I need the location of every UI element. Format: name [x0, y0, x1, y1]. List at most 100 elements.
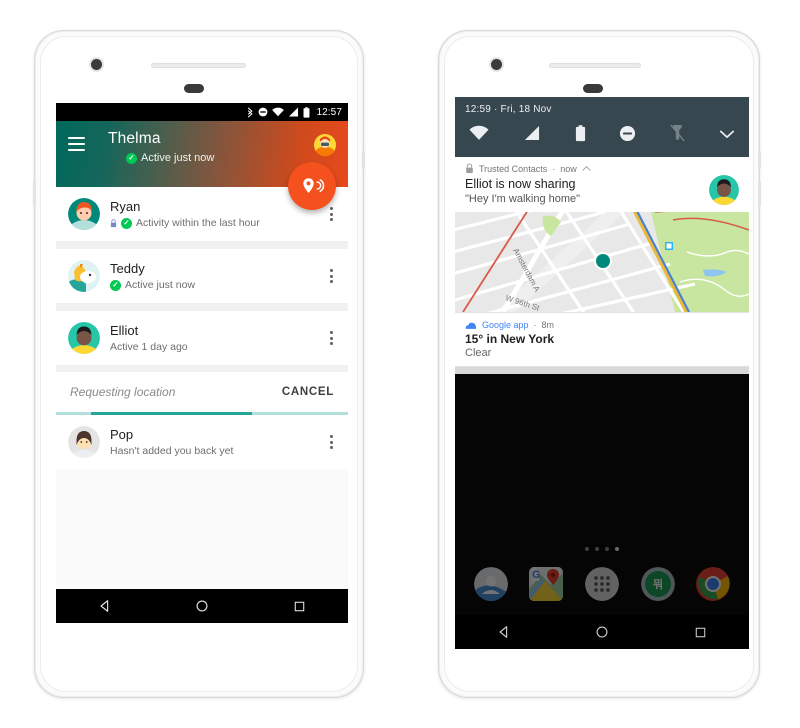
- share-location-fab[interactable]: [288, 162, 336, 210]
- contact-row-pop[interactable]: Pop Hasn't added you back yet: [56, 415, 348, 469]
- weather-title: 15° in New York: [465, 332, 555, 347]
- notification-time: 8m: [541, 320, 555, 331]
- front-camera-icon: [491, 59, 502, 70]
- notification-separator: ·: [552, 163, 556, 174]
- notification-body: Elliot is now sharing "Hey I'm walking h…: [455, 175, 749, 212]
- overflow-menu-icon[interactable]: [324, 269, 338, 283]
- wifi-icon: [272, 107, 285, 117]
- overflow-menu-icon[interactable]: [324, 207, 338, 221]
- notification-body: 15° in New York Clear: [455, 331, 749, 366]
- chrome-app-icon[interactable]: [696, 567, 731, 601]
- notification-message: "Hey I'm walking home": [465, 193, 581, 206]
- home-nav-icon[interactable]: [195, 599, 209, 613]
- left-status-bar: 12:57: [56, 103, 348, 121]
- right-phone-screen: 12:59 · Fri, 18 Nov Trusted Contacts · n…: [455, 97, 749, 649]
- notification-google-weather[interactable]: Google app · 8m 15° in New York Clear: [455, 313, 749, 368]
- shared-location-map[interactable]: Amsterdam A W 96th St: [455, 212, 749, 313]
- contact-status-label: Active 1 day ago: [110, 341, 188, 354]
- app-bar: Thelma Active just now: [56, 121, 348, 210]
- volume-button[interactable]: [33, 181, 36, 207]
- left-phone-device: 12:57 Thelma Active just now: [33, 30, 365, 698]
- verified-check-icon: [126, 152, 137, 164]
- home-dock: G 뭐: [455, 567, 749, 615]
- list-empty-area: [56, 469, 348, 589]
- home-page-indicator: [455, 547, 749, 551]
- contact-info: Ryan Activity within the last hour: [110, 199, 314, 229]
- svg-text:뭐: 뭐: [653, 578, 663, 591]
- svg-text:G: G: [532, 569, 541, 581]
- home-nav-icon[interactable]: [595, 625, 609, 639]
- requesting-location-row: Requesting location CANCEL: [56, 372, 348, 412]
- app-bar-status-label: Active just now: [141, 152, 215, 164]
- screenshot-stage: 12:57 Thelma Active just now: [0, 0, 800, 728]
- recents-nav-icon[interactable]: [694, 626, 707, 639]
- page-dot[interactable]: [595, 547, 599, 551]
- list-divider: [56, 242, 348, 249]
- power-button[interactable]: [362, 151, 365, 169]
- elliot-avatar: [68, 322, 100, 354]
- pop-avatar: [68, 426, 100, 458]
- right-phone-device: 12:59 · Fri, 18 Nov Trusted Contacts · n…: [438, 30, 761, 698]
- proximity-sensor: [184, 84, 204, 93]
- back-nav-icon[interactable]: [497, 625, 511, 639]
- power-button[interactable]: [758, 151, 761, 169]
- app-drawer-icon[interactable]: [584, 567, 619, 601]
- page-dot-active[interactable]: [615, 547, 619, 551]
- recents-nav-icon[interactable]: [293, 600, 306, 613]
- contact-info: Pop Hasn't added you back yet: [110, 427, 314, 457]
- chevron-up-icon[interactable]: [582, 165, 591, 172]
- volume-button[interactable]: [758, 181, 761, 207]
- right-nav-bar: [455, 615, 749, 649]
- requesting-location-label: Requesting location: [70, 385, 176, 399]
- page-dot[interactable]: [585, 547, 589, 551]
- contact-row-elliot[interactable]: Elliot Active 1 day ago: [56, 311, 348, 365]
- overflow-menu-icon[interactable]: [324, 331, 338, 345]
- cancel-button[interactable]: CANCEL: [282, 386, 334, 398]
- list-divider: [56, 365, 348, 372]
- trusted-contacts-lock-icon: [466, 163, 473, 174]
- contacts-app-icon[interactable]: [473, 567, 508, 601]
- contact-status: Hasn't added you back yet: [110, 445, 314, 457]
- contact-status-label: Hasn't added you back yet: [110, 445, 234, 458]
- notification-title: Elliot is now sharing: [465, 177, 576, 191]
- overflow-menu-icon[interactable]: [324, 435, 338, 449]
- contact-row-teddy[interactable]: Teddy Active just now: [56, 249, 348, 304]
- google-maps-app-icon[interactable]: G: [529, 567, 564, 601]
- back-nav-icon[interactable]: [98, 599, 112, 613]
- contact-status: Activity within the last hour: [110, 217, 314, 229]
- list-divider: [56, 304, 348, 311]
- contact-status-label: Active just now: [125, 279, 196, 292]
- contact-status-label: Activity within the last hour: [136, 217, 260, 230]
- contact-name: Elliot: [110, 322, 139, 338]
- battery-icon: [303, 106, 310, 118]
- battery-icon[interactable]: [575, 124, 586, 147]
- bluetooth-icon: [246, 107, 254, 118]
- wifi-icon[interactable]: [469, 125, 489, 146]
- notification-shade-edge: [455, 367, 749, 375]
- verified-check-icon: [110, 279, 121, 291]
- hamburger-menu-icon[interactable]: [68, 137, 85, 155]
- notification-app-name: Google app: [482, 320, 529, 331]
- cell-signal-icon[interactable]: [523, 125, 541, 146]
- cell-signal-icon: [288, 107, 299, 117]
- chevron-down-icon[interactable]: [719, 127, 735, 145]
- hangouts-app-icon[interactable]: 뭐: [640, 567, 675, 601]
- quick-settings-clock: 12:59 · Fri, 18 Nov: [465, 104, 552, 115]
- verified-check-icon: [121, 217, 132, 229]
- notification-trusted-contacts[interactable]: Trusted Contacts · now Elliot is now sha…: [455, 157, 749, 314]
- flashlight-off-icon[interactable]: [670, 124, 685, 147]
- page-dot[interactable]: [605, 547, 609, 551]
- profile-avatar[interactable]: [314, 134, 336, 156]
- left-nav-bar: [56, 589, 348, 623]
- contact-info: Elliot Active 1 day ago: [110, 323, 314, 353]
- front-camera-icon: [91, 59, 102, 70]
- do-not-disturb-icon: [258, 107, 268, 117]
- lock-icon: [110, 218, 117, 227]
- notification-app-name: Trusted Contacts: [479, 163, 548, 174]
- notification-header: Trusted Contacts · now: [455, 157, 749, 175]
- weather-subtitle: Clear: [465, 347, 492, 360]
- elliot-avatar: [709, 175, 739, 205]
- do-not-disturb-icon[interactable]: [619, 125, 636, 147]
- contacts-list: Ryan Activity within the last hour: [56, 187, 348, 469]
- notification-header: Google app · 8m: [455, 313, 749, 331]
